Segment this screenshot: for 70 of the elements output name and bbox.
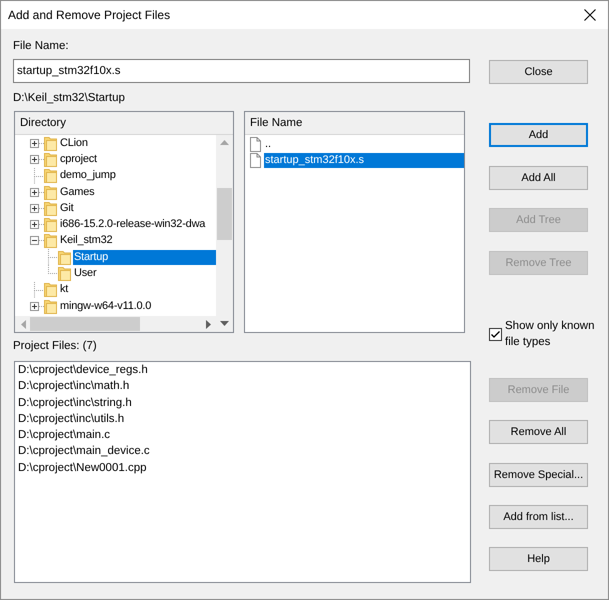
tree-connector xyxy=(39,224,44,226)
column-header[interactable]: Directory xyxy=(15,112,233,135)
dialog-button[interactable]: Add All xyxy=(489,166,588,190)
folder-icon xyxy=(44,298,57,314)
checkbox-label[interactable]: Show only known file types xyxy=(505,318,601,350)
project-file-item[interactable]: D:\cproject\main.c xyxy=(17,427,112,444)
expand-icon[interactable] xyxy=(30,204,39,213)
folder-icon xyxy=(44,233,57,248)
checkbox[interactable] xyxy=(489,328,502,341)
project-file-item[interactable]: D:\cproject\device_regs.h xyxy=(17,362,149,378)
folder-tree-item[interactable]: User xyxy=(73,266,98,282)
column-header[interactable]: File Name xyxy=(245,112,464,135)
project-file-item[interactable]: D:\cproject\main_device.c xyxy=(17,443,151,460)
expand-icon[interactable] xyxy=(30,188,39,197)
file-icon xyxy=(250,136,261,152)
folder-tree-item[interactable]: mingw-w64-v11.0.0 xyxy=(59,298,152,314)
tree-connector xyxy=(39,192,44,193)
project-file-item[interactable]: D:\cproject\inc\utils.h xyxy=(17,410,126,428)
folder-tree-item[interactable]: Git xyxy=(59,200,74,216)
project-file-item[interactable]: D:\cproject\inc\string.h xyxy=(17,394,133,411)
dialog-button[interactable]: Add from list... xyxy=(489,504,588,529)
tree-connector xyxy=(39,208,44,209)
project-file-item[interactable]: D:\cproject\inc\math.h xyxy=(17,378,130,395)
folder-tree-item[interactable]: Keil_stm32 xyxy=(59,233,114,248)
expand-icon[interactable] xyxy=(30,138,39,148)
folder-tree-item[interactable]: Startup xyxy=(73,250,216,265)
folder-icon xyxy=(58,250,71,265)
folder-icon xyxy=(44,217,57,232)
scroll-down-icon[interactable] xyxy=(220,321,229,326)
folder-icon xyxy=(44,282,57,298)
project-file-item[interactable]: D:\cproject\New0001.cpp xyxy=(17,460,148,476)
horizontal-scrollbar[interactable] xyxy=(15,316,216,332)
project-files-label: Project Files: (7) xyxy=(13,339,98,353)
folder-tree-item[interactable]: CLion xyxy=(59,136,89,151)
scrollbar-thumb[interactable] xyxy=(217,188,232,240)
folder-tree-item[interactable]: cproject xyxy=(59,152,98,167)
folder-tree-item[interactable]: kt xyxy=(59,282,70,298)
tree-connector xyxy=(39,306,44,307)
tree-connector xyxy=(39,240,44,242)
collapse-icon[interactable] xyxy=(30,236,39,246)
folder-tree-item[interactable]: Games xyxy=(59,184,96,200)
file-icon xyxy=(250,152,261,168)
folder-tree-item[interactable]: demo_jump xyxy=(59,168,117,184)
dialog-button[interactable]: Close xyxy=(489,60,588,84)
folder-tree-item[interactable]: i686-15.2.0-release-win32-dwa xyxy=(59,217,206,232)
scrollbar-thumb[interactable] xyxy=(30,317,140,331)
expand-icon[interactable] xyxy=(30,154,39,164)
window-title: Add and Remove Project Files xyxy=(8,8,172,22)
vertical-scrollbar[interactable] xyxy=(216,135,233,332)
dialog-button[interactable]: Help xyxy=(489,547,588,572)
current-path-label: D:\Keil_stm32\Startup xyxy=(13,91,126,105)
tree-connector xyxy=(39,158,44,160)
expand-icon[interactable] xyxy=(30,302,39,311)
folder-icon xyxy=(58,266,71,282)
file-list-item[interactable]: .. xyxy=(264,136,272,152)
file-name-label: File Name: xyxy=(13,39,70,53)
file-list-item[interactable]: startup_stm32f10x.s xyxy=(264,152,464,168)
file-name-input[interactable]: startup_stm32f10x.s xyxy=(13,59,470,83)
folder-icon xyxy=(44,136,57,151)
folder-icon xyxy=(44,168,57,184)
folder-icon xyxy=(44,184,57,200)
dialog-button[interactable]: Add xyxy=(489,123,588,147)
tree-connector xyxy=(39,142,44,144)
folder-icon xyxy=(44,200,57,216)
expand-icon[interactable] xyxy=(30,220,39,230)
close-icon xyxy=(584,9,596,21)
folder-icon xyxy=(44,152,57,167)
scroll-right-icon[interactable] xyxy=(206,320,211,328)
dialog-button[interactable]: Remove All xyxy=(489,420,588,444)
dialog-button[interactable]: Remove Special... xyxy=(489,462,588,487)
